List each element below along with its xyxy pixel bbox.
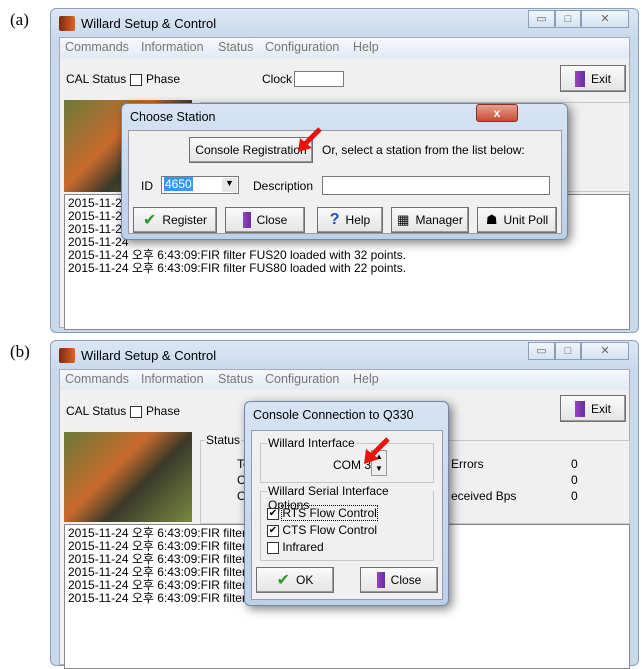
choose-station-dialog: Choose Station x Console Registration Or… [121, 103, 568, 240]
menu-bar: Commands Information Status Configuratio… [60, 370, 629, 390]
network-icon: ☗ [485, 212, 498, 227]
close-button[interactable]: Close [225, 207, 305, 233]
phase-label: Phase [146, 72, 181, 86]
cal-status-label: CAL Status [66, 72, 127, 86]
close-button[interactable]: Close [360, 567, 438, 593]
cts-flow-control-checkbox[interactable]: ✔ CTS Flow Control [267, 523, 377, 537]
exit-button[interactable]: Exit [560, 65, 626, 92]
unit-poll-button[interactable]: ☗ Unit Poll [477, 207, 557, 233]
infrared-checkbox[interactable]: Infrared [267, 540, 324, 554]
errors-value: 0 [571, 457, 578, 471]
app-icon [59, 348, 75, 363]
checkmark-icon: ✔ [276, 572, 291, 589]
exit-icon [574, 400, 585, 417]
question-icon: ? [329, 211, 340, 228]
menu-help[interactable]: Help [353, 372, 379, 386]
exit-button[interactable]: Exit [560, 395, 626, 422]
window-title: Willard Setup & Control [81, 16, 217, 31]
received-bps-label: eceived Bps [451, 489, 517, 503]
dialog-close-button[interactable]: x [476, 104, 518, 122]
close-window-button[interactable]: ✕ [581, 342, 629, 360]
close-window-button[interactable]: ✕ [581, 10, 629, 28]
minimize-button[interactable]: ▭ [528, 10, 555, 28]
checkmark-icon: ✔ [142, 212, 157, 229]
clock-field [294, 71, 344, 87]
console-connection-dialog: Console Connection to Q330 Willard Inter… [244, 401, 449, 606]
menu-commands[interactable]: Commands [65, 40, 129, 54]
chevron-down-icon[interactable]: ▼ [222, 178, 237, 192]
dialog-title: Choose Station [130, 110, 216, 124]
exit-icon [376, 572, 385, 588]
dialog-title: Console Connection to Q330 [253, 408, 414, 422]
panel-label-a: (a) [10, 10, 29, 29]
red-arrow-a [298, 127, 322, 152]
exit-icon [242, 212, 251, 228]
register-button[interactable]: ✔ Register [133, 207, 217, 233]
help-button[interactable]: ? Help [317, 207, 383, 233]
red-arrow-b [364, 437, 390, 464]
exit-icon [574, 70, 585, 87]
maximize-button[interactable]: □ [555, 10, 581, 28]
menu-configuration[interactable]: Configuration [265, 372, 339, 386]
menu-status[interactable]: Status [218, 40, 253, 54]
rts-flow-control-checkbox[interactable]: ✔ RTS Flow Control [267, 505, 378, 521]
cal-status-label: CAL Status [66, 404, 127, 418]
app-icon [59, 16, 75, 31]
id-combobox[interactable]: 4650 ▼ [161, 176, 239, 194]
menu-bar: Commands Information Status Configuratio… [60, 38, 629, 58]
minimize-button[interactable]: ▭ [528, 342, 555, 360]
serial-options-group: Willard Serial Interface Options ✔ RTS F… [260, 484, 434, 561]
menu-commands[interactable]: Commands [65, 372, 129, 386]
cal-status-checkbox[interactable] [129, 405, 142, 418]
station-photo [64, 432, 192, 522]
menu-status[interactable]: Status [218, 372, 253, 386]
menu-information[interactable]: Information [141, 40, 204, 54]
menu-information[interactable]: Information [141, 372, 204, 386]
panel-label-b: (b) [10, 342, 30, 361]
cal-status-checkbox[interactable] [129, 73, 142, 86]
status-value: 0 [571, 473, 578, 487]
maximize-button[interactable]: □ [555, 342, 581, 360]
phase-label: Phase [146, 404, 181, 418]
menu-help[interactable]: Help [353, 40, 379, 54]
manager-button[interactable]: ▦ Manager [391, 207, 469, 233]
errors-label: Errors [451, 457, 484, 471]
received-bps-value: 0 [571, 489, 578, 503]
description-field[interactable] [322, 176, 550, 195]
willard-interface-group: Willard Interface COM 3 ▲ ▼ [260, 436, 434, 483]
menu-configuration[interactable]: Configuration [265, 40, 339, 54]
hint-text: Or, select a station from the list below… [322, 143, 525, 157]
manager-icon: ▦ [397, 212, 410, 227]
id-label: ID [141, 179, 153, 193]
ok-button[interactable]: ✔ OK [256, 567, 334, 593]
window-title: Willard Setup & Control [81, 348, 217, 363]
clock-label: Clock [262, 72, 293, 86]
description-label: Description [253, 179, 314, 193]
console-registration-button[interactable]: Console Registration [189, 137, 313, 163]
